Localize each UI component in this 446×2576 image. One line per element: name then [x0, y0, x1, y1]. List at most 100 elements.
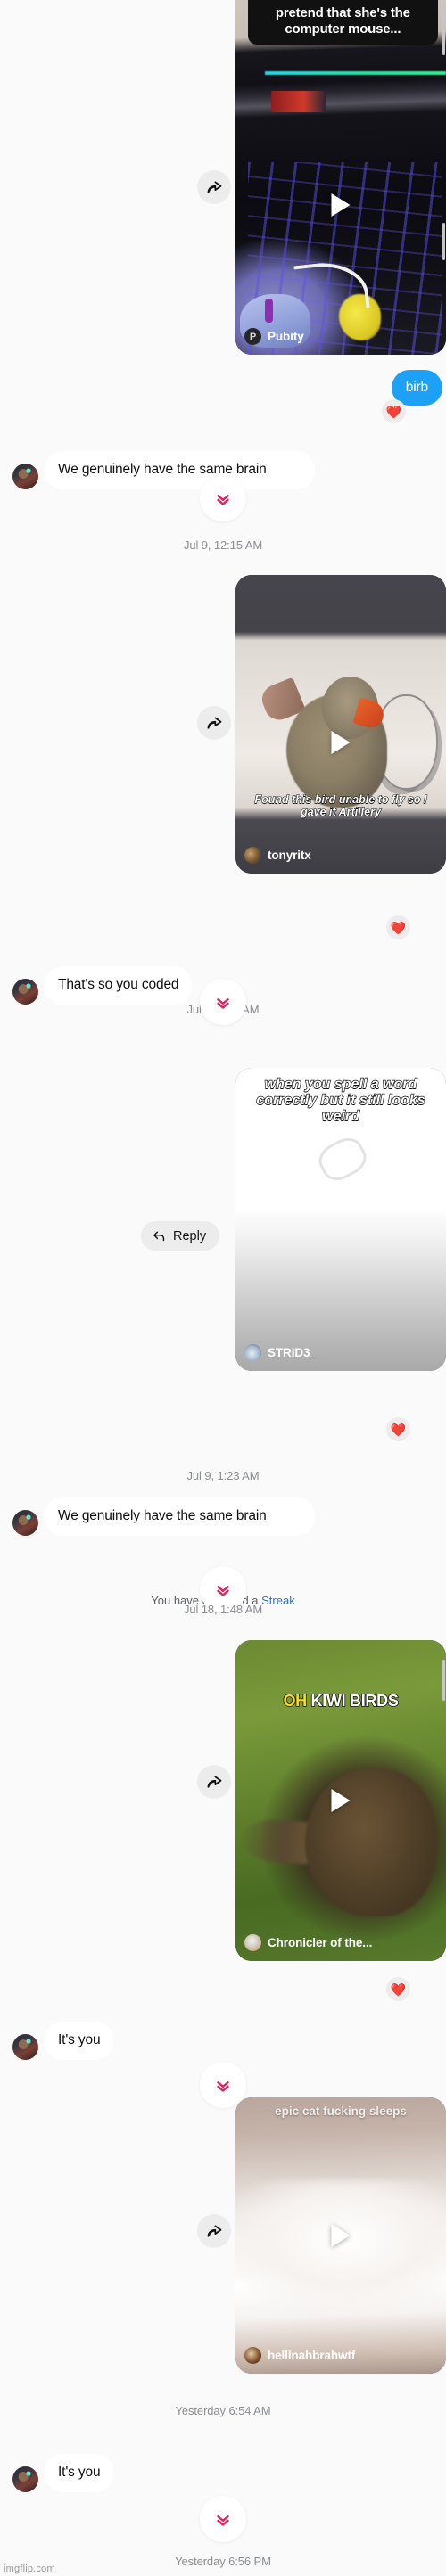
video-caption-rest: KIWI BIRDS [306, 1691, 400, 1710]
reply-label: Reply [173, 1228, 207, 1243]
timestamp-3: Jul 9, 1:23 AM [186, 1469, 260, 1482]
avatar[interactable] [12, 1509, 38, 1536]
video-caption-highlight: OH [283, 1691, 308, 1710]
incoming-message-row-1: We genuinely have the same brain [12, 451, 315, 489]
heart-icon: ❤️ [390, 920, 407, 935]
reaction-heart-video-4[interactable]: ❤️ [386, 1977, 410, 2001]
double-chevron-down-icon [217, 2515, 229, 2526]
video-attribution[interactable]: STRID3_ [235, 1336, 446, 1371]
scroll-down-indicator-5[interactable] [200, 2496, 246, 2542]
share-button-video-5[interactable] [197, 2214, 231, 2248]
author-name: tonyritx [268, 849, 311, 862]
play-icon[interactable] [331, 730, 351, 754]
scroll-down-indicator-1[interactable] [200, 475, 246, 521]
avatar[interactable] [12, 2033, 38, 2060]
double-chevron-down-icon [217, 998, 229, 1009]
scrollbar-thumb-low[interactable] [442, 1660, 445, 1701]
author-name: helllnahbrahwtf [268, 2349, 356, 2362]
video-caption-line-2: computer mouse... [285, 21, 401, 37]
incoming-message-row-3: We genuinely have the same brain [12, 1497, 315, 1536]
play-icon[interactable] [331, 193, 351, 217]
decor-kiwi-body [304, 1768, 436, 1916]
author-avatar-icon [244, 1344, 261, 1361]
incoming-message-row-5: It's you [12, 2454, 114, 2492]
video-caption-text: epic cat fucking sleeps [275, 2104, 407, 2118]
video-message-pubity[interactable]: pretend that she's the computer mouse...… [235, 0, 446, 355]
timestamp-1: Jul 9, 12:15 AM [183, 538, 263, 552]
double-chevron-down-icon [217, 495, 229, 505]
heart-icon: ❤️ [385, 404, 402, 419]
share-button-video-2[interactable] [197, 706, 231, 740]
video-caption-line-1: when you spell a word [264, 1076, 417, 1092]
video-caption-line-2: correctly but it still looks [256, 1092, 426, 1108]
video-message-tonyritx[interactable]: Found this bird unable to fly so I gave … [235, 575, 446, 874]
video-message-strid3[interactable]: when you spell a word correctly but it s… [235, 1068, 446, 1371]
author-avatar-icon [244, 1934, 261, 1951]
message-bubble[interactable]: That's so you coded [45, 966, 193, 1005]
share-arrow-icon [207, 717, 221, 729]
video-attribution[interactable]: Chronicler of the... [235, 1926, 446, 1961]
video-message-chronicler[interactable]: OH KIWI BIRDS Chronicler of the... [235, 1640, 446, 1961]
incoming-message-row-2: That's so you coded [12, 966, 193, 1005]
message-thread: pretend that she's the computer mouse...… [0, 0, 446, 2576]
double-chevron-down-icon [217, 2081, 229, 2092]
double-chevron-down-icon [217, 1586, 229, 1596]
message-text: We genuinely have the same brain [58, 462, 267, 477]
video-caption: pretend that she's the computer mouse... [248, 0, 438, 45]
video-message-helllnahbrahwtf[interactable]: epic cat fucking sleeps helllnahbrahwtf [235, 2097, 446, 2374]
message-text: That's so you coded [58, 977, 179, 992]
message-bubble[interactable]: We genuinely have the same brain [45, 451, 315, 489]
author-name: Pubity [268, 330, 304, 343]
message-text: We genuinely have the same brain [58, 1508, 267, 1523]
author-name: STRID3_ [268, 1346, 317, 1359]
video-attribution[interactable]: helllnahbrahwtf [235, 2339, 446, 2374]
message-bubble[interactable]: We genuinely have the same brain [45, 1497, 315, 1536]
video-caption-line-3: weird [321, 1108, 359, 1124]
reply-button[interactable]: Reply [141, 1221, 220, 1251]
avatar[interactable] [12, 978, 38, 1005]
heart-icon: ❤️ [390, 1981, 407, 1997]
share-button-video-1[interactable] [197, 170, 231, 204]
reply-arrow-icon [153, 1231, 165, 1242]
share-arrow-icon [207, 2225, 221, 2237]
decor-screen-tag [271, 91, 326, 112]
play-icon[interactable] [331, 1789, 351, 1812]
play-icon[interactable] [331, 2224, 351, 2247]
author-avatar-icon: P [244, 328, 261, 345]
video-caption-line-1: pretend that she's the [275, 5, 410, 21]
message-text: It's you [58, 2032, 101, 2047]
scroll-down-indicator-2[interactable] [200, 979, 246, 1025]
message-text: birb [405, 380, 428, 395]
avatar[interactable] [12, 2465, 38, 2492]
message-text: It's you [58, 2465, 101, 2480]
avatar[interactable] [12, 463, 38, 489]
video-attribution[interactable]: tonyritx [235, 839, 446, 874]
share-button-video-4[interactable] [197, 1765, 231, 1799]
author-avatar-icon [244, 2347, 261, 2364]
reaction-heart-birb[interactable]: ❤️ [382, 399, 406, 423]
timestamp-6: Yesterday 6:56 PM [175, 2555, 271, 2568]
reaction-heart-video-3[interactable]: ❤️ [386, 1417, 410, 1441]
decor-neon-bar [265, 71, 446, 75]
video-attribution[interactable]: P Pubity [235, 320, 446, 355]
video-caption: epic cat fucking sleeps [235, 2104, 446, 2118]
video-caption: OH KIWI BIRDS [235, 1691, 446, 1710]
reaction-heart-video-2[interactable]: ❤️ [386, 915, 410, 939]
watermark: imgflip.com [4, 2564, 55, 2574]
share-arrow-icon [207, 1776, 221, 1788]
timestamp-4: Jul 18, 1:48 AM [183, 1603, 263, 1616]
video-caption-line-1: Found this bird unable to fly so I [254, 792, 427, 806]
timestamp-5: Yesterday 6:54 AM [175, 2404, 271, 2417]
heart-icon: ❤️ [390, 1422, 407, 1437]
author-avatar-icon [244, 847, 261, 864]
author-name: Chronicler of the... [268, 1936, 373, 1949]
scrollbar-thumb-mid[interactable] [442, 223, 445, 260]
message-bubble[interactable]: It's you [45, 2454, 114, 2492]
scrollbar-thumb-top[interactable] [442, 0, 445, 55]
message-bubble[interactable]: It's you [45, 2022, 114, 2060]
video-caption-line-2: gave it Artillery [301, 805, 382, 818]
video-caption: when you spell a word correctly but it s… [235, 1076, 446, 1125]
incoming-message-row-4: It's you [12, 2022, 114, 2060]
share-arrow-icon [207, 181, 221, 193]
video-caption: Found this bird unable to fly so I gave … [235, 792, 446, 818]
